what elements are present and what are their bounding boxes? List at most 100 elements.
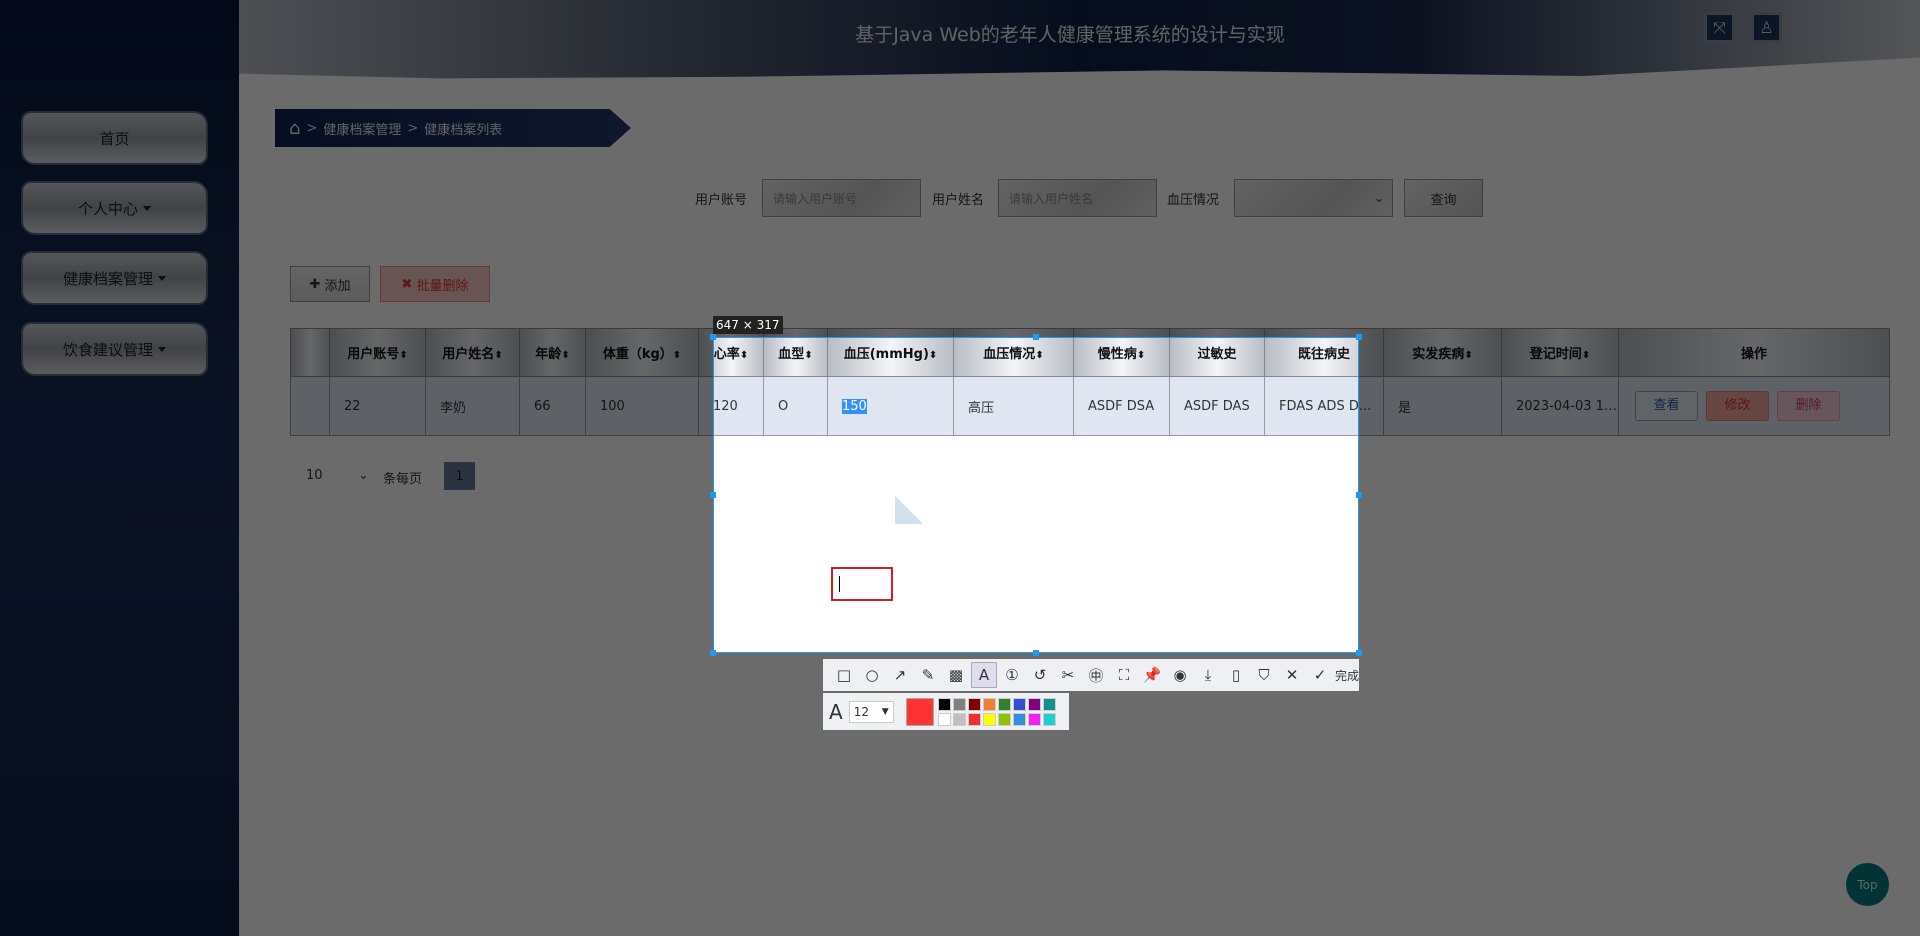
account-input[interactable]: 请输入用户账号 — [762, 179, 921, 217]
page-size-select[interactable]: 10 ⌄ — [306, 468, 376, 483]
sort-icon[interactable]: ⬍ — [929, 350, 937, 361]
column-header[interactable]: 实发疾病⬍ — [1383, 328, 1502, 377]
close-icon[interactable]: ✕ — [1279, 662, 1305, 688]
column-header[interactable]: 血压情况⬍ — [953, 328, 1074, 377]
breadcrumb-item[interactable]: 健康档案管理 — [323, 119, 401, 138]
name-label: 用户姓名 — [932, 193, 985, 208]
resize-handle[interactable] — [1356, 334, 1362, 340]
sidebar-item-personal[interactable]: 个人中心 — [21, 181, 208, 235]
undo-icon[interactable]: ↺ — [1027, 662, 1053, 688]
number-icon[interactable]: ① — [999, 662, 1025, 688]
rectangle-icon[interactable]: □ — [831, 662, 857, 688]
record-icon[interactable]: ◉ — [1167, 662, 1193, 688]
color-swatch[interactable] — [982, 697, 996, 711]
color-swatch[interactable] — [952, 697, 966, 711]
cut-icon[interactable]: ✂ — [1055, 662, 1081, 688]
edit-button[interactable]: 修改 — [1706, 391, 1769, 421]
column-header[interactable]: 血压(mmHg)⬍ — [827, 328, 954, 377]
home-icon[interactable]: ⌂ — [289, 118, 300, 139]
sort-icon[interactable]: ⬍ — [399, 350, 407, 361]
view-button[interactable]: 查看 — [1635, 391, 1698, 421]
sort-icon[interactable]: ⬍ — [494, 350, 502, 361]
text-icon[interactable]: A — [971, 662, 997, 688]
sort-icon[interactable]: ⬍ — [1137, 350, 1145, 361]
font-size-select[interactable]: 12 ▼ — [848, 700, 894, 723]
cursor-icon — [895, 496, 923, 524]
back-to-top-button[interactable]: Top — [1846, 863, 1889, 906]
download-icon[interactable]: ⤓ — [1195, 662, 1221, 688]
sort-icon[interactable]: ⬍ — [1582, 350, 1590, 361]
actions-cell: 查看 修改 删除 — [1618, 376, 1890, 436]
resize-handle[interactable] — [1033, 650, 1039, 656]
resize-handle[interactable] — [1356, 492, 1362, 498]
query-button[interactable]: 查询 — [1404, 179, 1483, 217]
column-header-label: 过敏史 — [1197, 347, 1237, 362]
text-caret — [839, 576, 840, 592]
resize-handle[interactable] — [710, 492, 716, 498]
color-swatch[interactable] — [937, 712, 951, 726]
column-header[interactable]: 年龄⬍ — [519, 328, 586, 377]
app-title: 基于Java Web的老年人健康管理系统的设计与实现 — [855, 24, 1285, 46]
sidebar-item-label: 个人中心 — [77, 199, 138, 218]
batch-delete-button[interactable]: ✖ 批量删除 — [380, 266, 490, 302]
add-button[interactable]: ✚ 添加 — [290, 266, 370, 302]
sort-icon[interactable]: ⬍ — [740, 350, 748, 361]
color-swatch[interactable] — [1042, 712, 1056, 726]
column-header[interactable]: 用户账号⬍ — [329, 328, 426, 377]
bookmark-icon[interactable]: ⛉ — [1251, 662, 1277, 688]
resize-handle[interactable] — [1033, 334, 1039, 340]
color-swatch[interactable] — [937, 697, 951, 711]
color-swatch[interactable] — [1027, 697, 1041, 711]
sort-icon[interactable]: ⬍ — [1035, 350, 1043, 361]
column-header[interactable]: 登记时间⬍ — [1501, 328, 1619, 377]
table-cell: 高压 — [953, 376, 1074, 436]
resize-handle[interactable] — [710, 650, 716, 656]
resize-handle[interactable] — [710, 334, 716, 340]
check-icon[interactable]: ✓ — [1307, 662, 1333, 688]
sort-icon[interactable]: ⬍ — [1464, 350, 1472, 361]
color-swatch[interactable] — [1012, 697, 1026, 711]
table-cell: 李奶 — [425, 376, 520, 436]
color-swatch[interactable] — [952, 712, 966, 726]
translate-icon[interactable]: ㊥ — [1083, 662, 1109, 688]
color-swatch[interactable] — [967, 712, 981, 726]
column-header[interactable]: 血型⬍ — [763, 328, 828, 377]
phone-icon[interactable]: ▯ — [1223, 662, 1249, 688]
sort-icon[interactable]: ⬍ — [804, 350, 812, 361]
caret-down-icon: ▼ — [881, 706, 889, 717]
fullscreen-icon[interactable]: ⤧ — [1704, 12, 1735, 43]
sidebar-item-diet[interactable]: 饮食建议管理 — [21, 322, 208, 376]
column-header[interactable]: 用户姓名⬍ — [425, 328, 520, 377]
current-color-swatch[interactable] — [905, 697, 934, 726]
color-swatch[interactable] — [1027, 712, 1041, 726]
column-header[interactable]: 体重（kg）⬍ — [585, 328, 699, 377]
column-header[interactable]: 慢性病⬍ — [1073, 328, 1170, 377]
column-header[interactable]: 心率⬍ — [698, 328, 764, 377]
color-swatch[interactable] — [982, 712, 996, 726]
table-row[interactable]: 22 李奶 66 100 120 O 150 高压 ASDF DSA ASDF DAS FDAS A… — [290, 376, 1890, 436]
sidebar-item-home[interactable]: 首页 — [21, 111, 208, 165]
page-1-button[interactable]: 1 — [444, 462, 475, 490]
resize-handle[interactable] — [1356, 650, 1362, 656]
row-checkbox-cell[interactable] — [290, 376, 330, 436]
ocr-icon[interactable]: ⛶ — [1111, 662, 1137, 688]
color-swatch[interactable] — [997, 697, 1011, 711]
pin-icon[interactable]: 📌 — [1139, 662, 1165, 688]
done-button[interactable]: 完成 — [1335, 667, 1359, 684]
delete-button[interactable]: 删除 — [1777, 391, 1840, 421]
color-swatch[interactable] — [1042, 697, 1056, 711]
pencil-icon[interactable]: ✎ — [915, 662, 941, 688]
arrow-icon[interactable]: ↗ — [887, 662, 913, 688]
sort-icon[interactable]: ⬍ — [673, 350, 681, 361]
circle-icon[interactable]: ○ — [859, 662, 885, 688]
mosaic-icon[interactable]: ▩ — [943, 662, 969, 688]
text-annotation-box[interactable] — [831, 567, 893, 601]
user-icon[interactable]: ♙ — [1751, 12, 1782, 43]
name-input[interactable]: 请输入用户姓名 — [998, 179, 1157, 217]
color-swatch[interactable] — [967, 697, 981, 711]
color-swatch[interactable] — [1012, 712, 1026, 726]
color-swatch[interactable] — [997, 712, 1011, 726]
sidebar-item-health-records[interactable]: 健康档案管理 — [21, 251, 208, 305]
sort-icon[interactable]: ⬍ — [561, 350, 569, 361]
bp-select[interactable]: ⌄ — [1234, 179, 1393, 217]
